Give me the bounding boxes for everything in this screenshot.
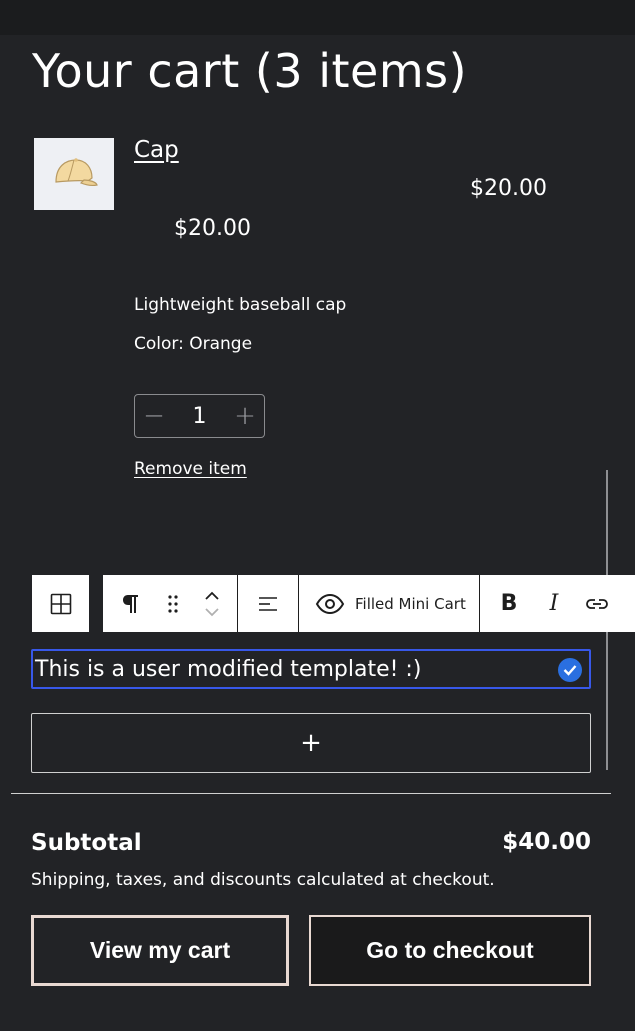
drag-handle-icon[interactable] [159, 575, 187, 632]
preview-label: Filled Mini Cart [355, 594, 466, 613]
check-icon [558, 658, 582, 682]
paragraph-block[interactable]: This is a user modified template! :) [31, 649, 591, 689]
cap-image [55, 158, 98, 186]
italic-icon[interactable]: I [538, 575, 570, 632]
product-name-link[interactable]: Cap [134, 137, 179, 163]
product-thumbnail[interactable] [34, 138, 114, 210]
bold-icon[interactable]: B [480, 575, 538, 632]
move-up-down-icon[interactable] [187, 575, 237, 632]
divider [11, 793, 611, 794]
paragraph-text[interactable]: This is a user modified template! :) [35, 657, 421, 682]
unit-price: $20.00 [174, 216, 251, 241]
quantity-stepper: − 1 + [134, 394, 265, 438]
view-cart-button[interactable]: View my cart [31, 915, 289, 986]
line-total: $20.00 [470, 176, 547, 201]
block-controls-group [103, 575, 238, 632]
product-color: Color: Orange [134, 334, 253, 354]
align-left-icon[interactable] [257, 575, 279, 632]
product-description: Lightweight baseball cap [134, 295, 347, 315]
page-title: Your cart (3 items) [32, 44, 468, 98]
preview-group[interactable]: Filled Mini Cart [299, 575, 480, 632]
table-icon[interactable] [32, 575, 89, 632]
shipping-note: Shipping, taxes, and discounts calculate… [31, 870, 495, 890]
pilcrow-icon[interactable] [103, 575, 159, 632]
quantity-value[interactable]: 1 [193, 404, 207, 429]
subtotal-label: Subtotal [31, 830, 142, 856]
increase-quantity-button[interactable]: + [226, 395, 264, 437]
format-group: B I [480, 575, 624, 632]
add-block-button[interactable]: + [31, 713, 591, 773]
block-parent-toolbar [32, 575, 89, 632]
decrease-quantity-button[interactable]: − [135, 395, 173, 437]
subtotal-value: $40.00 [502, 829, 591, 855]
link-icon[interactable] [570, 575, 624, 632]
eye-icon [315, 575, 345, 632]
block-toolbar: Filled Mini Cart B I [103, 575, 635, 632]
align-group [238, 575, 299, 632]
remove-item-link[interactable]: Remove item [134, 459, 247, 479]
top-bar [0, 0, 635, 35]
checkout-button[interactable]: Go to checkout [309, 915, 591, 986]
